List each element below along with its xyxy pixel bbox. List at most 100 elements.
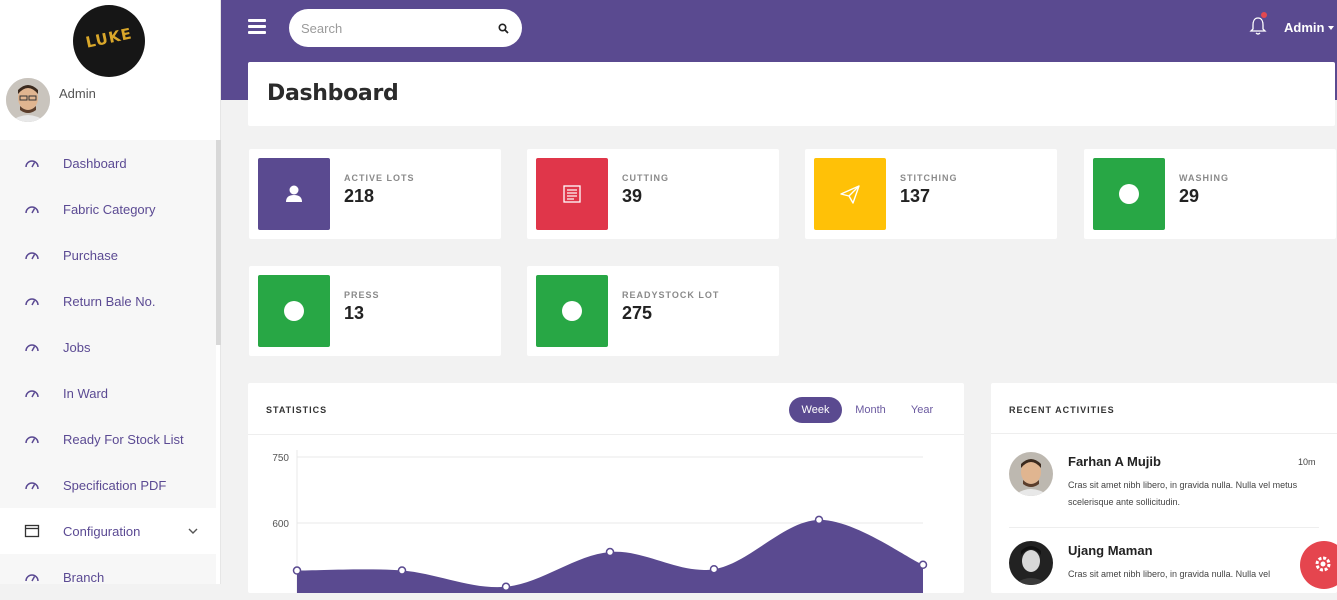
sidebar-item-label: Purchase bbox=[63, 247, 118, 263]
stat-card-value: 137 bbox=[900, 186, 931, 206]
stat-card-value: 13 bbox=[344, 303, 365, 323]
series-area bbox=[297, 519, 923, 593]
stat-card-label: STITCHING bbox=[900, 173, 958, 183]
stat-card-washing[interactable]: WASHING 29 bbox=[1084, 149, 1336, 239]
user-menu-label[interactable]: Admin bbox=[1284, 20, 1324, 35]
speedometer-icon bbox=[25, 482, 39, 490]
sidebar-item-fabric-category[interactable]: Fabric Category bbox=[0, 186, 216, 232]
circle-icon bbox=[1119, 184, 1139, 204]
data-point[interactable] bbox=[397, 566, 407, 575]
data-point[interactable] bbox=[918, 560, 928, 570]
sidebar-item-label: Dashboard bbox=[63, 155, 127, 171]
divider bbox=[1009, 527, 1319, 528]
stat-card-icon-box bbox=[258, 158, 330, 230]
sidebar-menu: Dashboard Fabric Category Purchase Retur… bbox=[0, 140, 216, 585]
stat-card-label: PRESS bbox=[344, 290, 380, 300]
stat-card-icon-box bbox=[536, 275, 608, 347]
search-box bbox=[289, 9, 522, 47]
activity-time: 10m bbox=[1298, 457, 1316, 467]
speedometer-icon bbox=[25, 344, 39, 352]
hamburger-menu-icon[interactable] bbox=[248, 19, 266, 34]
document-icon bbox=[563, 185, 581, 203]
y-tick-label: 750 bbox=[272, 453, 289, 464]
sidebar-item-return-bale[interactable]: Return Bale No. bbox=[0, 278, 216, 324]
sidebar-item-label: Specification PDF bbox=[63, 477, 167, 493]
bell-icon[interactable] bbox=[1249, 16, 1267, 36]
notification-badge bbox=[1261, 12, 1267, 18]
stat-card-icon-box bbox=[1093, 158, 1165, 230]
data-point[interactable] bbox=[605, 547, 615, 557]
statistics-chart: 750 600 bbox=[272, 450, 928, 593]
sidebar-item-configuration[interactable]: Configuration bbox=[0, 508, 216, 554]
data-point[interactable] bbox=[814, 515, 824, 525]
activity-name: Farhan A Mujib bbox=[1068, 454, 1161, 469]
speedometer-icon bbox=[25, 252, 39, 260]
search-input[interactable] bbox=[301, 19, 481, 37]
y-tick-label: 600 bbox=[272, 519, 289, 530]
sidebar-item-jobs[interactable]: Jobs bbox=[0, 324, 216, 370]
stat-card-label: READYSTOCK LOT bbox=[622, 290, 720, 300]
brand-logo[interactable]: LUKE bbox=[73, 5, 145, 77]
paper-plane-icon bbox=[840, 185, 860, 204]
brand-logo-mark: LUKE bbox=[84, 24, 134, 52]
tab-week[interactable]: Week bbox=[789, 397, 842, 423]
speedometer-icon bbox=[25, 390, 39, 398]
sidebar-item-label: Jobs bbox=[63, 339, 91, 355]
sidebar-item-branch[interactable]: Branch bbox=[0, 554, 216, 600]
page-header: Dashboard bbox=[248, 62, 1335, 126]
tab-year[interactable]: Year bbox=[903, 397, 941, 423]
stat-card-readystock-lot[interactable]: READYSTOCK LOT 275 bbox=[527, 266, 779, 356]
stat-card-value: 275 bbox=[622, 303, 653, 323]
avatar bbox=[1009, 541, 1053, 585]
gear-icon bbox=[1315, 556, 1331, 572]
stat-card-value: 39 bbox=[622, 186, 643, 206]
stat-card-value: 218 bbox=[344, 186, 375, 206]
window-icon bbox=[24, 524, 40, 538]
activity-name: Ujang Maman bbox=[1068, 543, 1153, 558]
data-point[interactable] bbox=[501, 582, 511, 592]
sidebar-item-specification-pdf[interactable]: Specification PDF bbox=[0, 462, 216, 508]
statistics-title: STATISTICS bbox=[266, 405, 328, 415]
recent-activities-panel: RECENT ACTIVITIES Farhan A Mujib 10m Cra… bbox=[991, 383, 1337, 593]
sidebar-item-label: In Ward bbox=[63, 385, 109, 401]
speedometer-icon bbox=[25, 298, 39, 306]
circle-icon bbox=[284, 301, 304, 321]
stat-card-label: ACTIVE LOTS bbox=[344, 173, 415, 183]
data-point[interactable] bbox=[709, 564, 719, 574]
sidebar-item-purchase[interactable]: Purchase bbox=[0, 232, 216, 278]
stat-card-value: 29 bbox=[1179, 186, 1200, 206]
sidebar-item-in-ward[interactable]: In Ward bbox=[0, 370, 216, 416]
circle-icon bbox=[562, 301, 582, 321]
stat-card-icon-box bbox=[536, 158, 608, 230]
stat-card-icon-box bbox=[258, 275, 330, 347]
sidebar-item-dashboard[interactable]: Dashboard bbox=[0, 140, 216, 186]
tab-month[interactable]: Month bbox=[848, 397, 893, 423]
sidebar-user-name: Admin bbox=[59, 86, 96, 101]
stat-card-label: CUTTING bbox=[622, 173, 669, 183]
avatar bbox=[1009, 452, 1053, 496]
user-icon bbox=[286, 185, 302, 202]
caret-down-icon[interactable] bbox=[1328, 26, 1334, 30]
sidebar-item-label: Fabric Category bbox=[63, 201, 156, 217]
sidebar-scrollbar[interactable] bbox=[216, 140, 221, 345]
sidebar-item-label: Configuration bbox=[63, 523, 141, 539]
stat-card-press[interactable]: PRESS 13 bbox=[249, 266, 501, 356]
stat-card-stitching[interactable]: STITCHING 137 bbox=[805, 149, 1057, 239]
speedometer-icon bbox=[25, 436, 39, 444]
data-point[interactable] bbox=[292, 566, 302, 575]
page-title: Dashboard bbox=[267, 81, 399, 106]
search-icon[interactable] bbox=[498, 23, 509, 34]
stat-card-label: WASHING bbox=[1179, 173, 1230, 183]
stat-card-icon-box bbox=[814, 158, 886, 230]
sidebar-item-ready-for-stock[interactable]: Ready For Stock List bbox=[0, 416, 216, 462]
chevron-down-icon[interactable] bbox=[188, 526, 198, 536]
stat-card-active-lots[interactable]: ACTIVE LOTS 218 bbox=[249, 149, 501, 239]
speedometer-icon bbox=[25, 206, 39, 214]
sidebar-avatar[interactable] bbox=[6, 78, 50, 122]
activity-text: Cras sit amet nibh libero, in gravida nu… bbox=[1068, 569, 1271, 579]
sidebar-item-label: Branch bbox=[63, 569, 105, 585]
stat-card-cutting[interactable]: CUTTING 39 bbox=[527, 149, 779, 239]
divider bbox=[991, 433, 1337, 434]
sidebar: LUKE Admin Dashboard Fabric Category Pur… bbox=[0, 0, 221, 585]
sidebar-item-label: Ready For Stock List bbox=[63, 431, 184, 447]
